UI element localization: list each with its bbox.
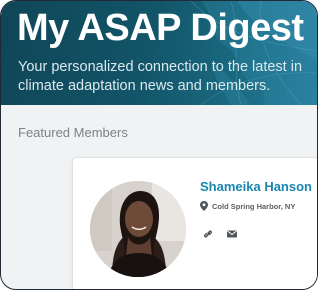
member-photo xyxy=(90,181,186,277)
member-actions xyxy=(202,229,238,239)
member-location: Cold Spring Harbor, NY xyxy=(200,201,295,211)
member-name-link[interactable]: Shameika Hanson xyxy=(200,179,312,194)
member-location-text: Cold Spring Harbor, NY xyxy=(212,201,296,211)
digest-window: My ASAP Digest Your personalized connect… xyxy=(0,0,318,290)
member-avatar[interactable] xyxy=(90,181,186,277)
page-title: My ASAP Digest xyxy=(17,7,304,49)
featured-members-heading: Featured Members xyxy=(18,125,128,140)
page-subtitle: Your personalized connection to the late… xyxy=(18,59,303,94)
map-pin-icon xyxy=(200,201,208,211)
link-icon[interactable] xyxy=(202,229,214,239)
email-icon[interactable] xyxy=(226,229,238,239)
hero-banner: My ASAP Digest Your personalized connect… xyxy=(1,1,317,105)
